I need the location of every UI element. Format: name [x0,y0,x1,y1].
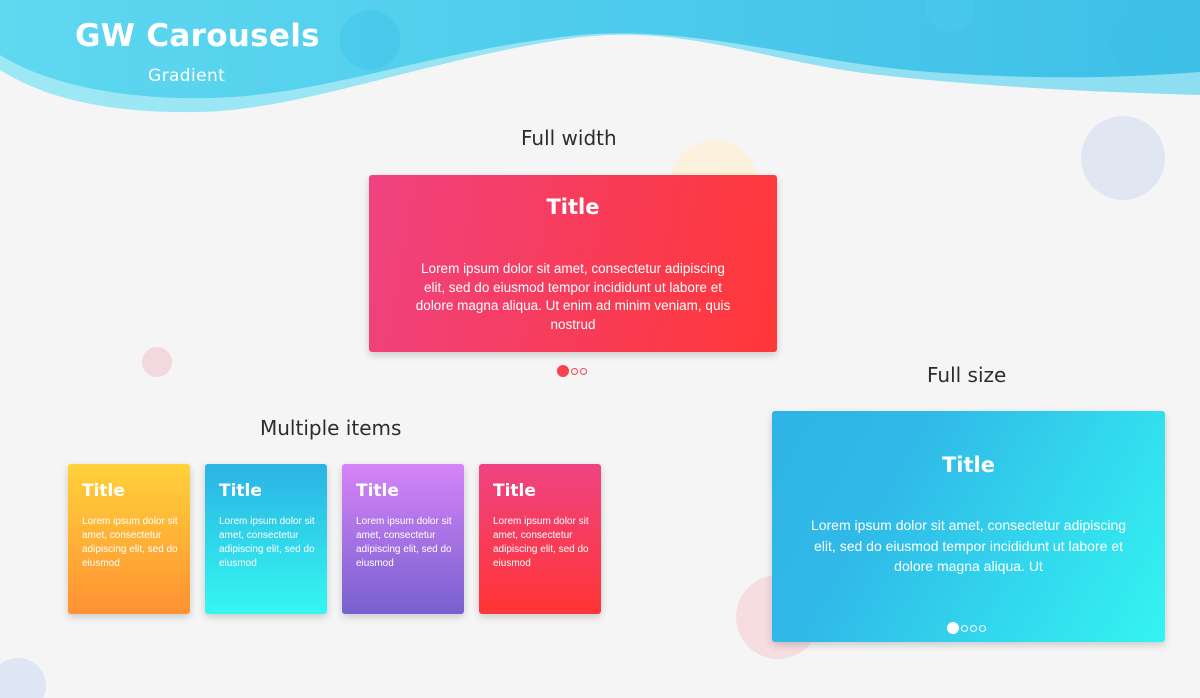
slide-text: Lorem ipsum dolor sit amet, consectetur … [415,261,731,332]
section-title-multiple-items: Multiple items [260,416,402,440]
decorative-bubble [1081,116,1165,200]
section-title-full-width: Full width [521,126,617,150]
carousel-item-card[interactable]: Title Lorem ipsum dolor sit amet, consec… [479,464,601,614]
app-title: GW Carousels [75,18,320,54]
carousel-full-size-slide[interactable]: Title Lorem ipsum dolor sit amet, consec… [772,411,1165,642]
slide-text: Lorem ipsum dolor sit amet, consectetur … [810,517,1127,574]
decorative-bubble [0,658,46,698]
item-title: Title [82,481,125,501]
decorative-bubble [142,347,172,377]
slide-title: Title [546,195,600,219]
pagination-dot-2[interactable] [571,367,578,375]
item-title: Title [493,481,536,501]
page: GW Carousels Gradient Full width Title L… [0,0,1200,698]
pagination-dot-2[interactable] [961,624,968,632]
carousel-full-width-pagination [557,365,587,377]
carousel-full-size-pagination [947,622,986,634]
carousel-full-width-slide[interactable]: Title Lorem ipsum dolor sit amet, consec… [369,175,777,352]
pagination-dot-3[interactable] [580,367,587,375]
item-text: Lorem ipsum dolor sit amet, consectetur … [356,516,452,569]
app-subtitle: Gradient [148,66,226,86]
item-text: Lorem ipsum dolor sit amet, consectetur … [493,516,589,569]
pagination-dot-3[interactable] [970,624,977,632]
carousel-item-card[interactable]: Title Lorem ipsum dolor sit amet, consec… [205,464,327,614]
section-title-full-size: Full size [927,363,1007,387]
item-text: Lorem ipsum dolor sit amet, consectetur … [219,516,315,569]
carousel-item-card[interactable]: Title Lorem ipsum dolor sit amet, consec… [342,464,464,614]
carousel-item-card[interactable]: Title Lorem ipsum dolor sit amet, consec… [68,464,190,614]
item-title: Title [356,481,399,501]
slide-title: Title [941,453,995,477]
pagination-dot-1[interactable] [947,622,959,634]
item-text: Lorem ipsum dolor sit amet, consectetur … [82,516,178,569]
pagination-dot-1[interactable] [557,365,569,377]
pagination-dot-4[interactable] [979,624,986,632]
item-title: Title [219,481,262,501]
